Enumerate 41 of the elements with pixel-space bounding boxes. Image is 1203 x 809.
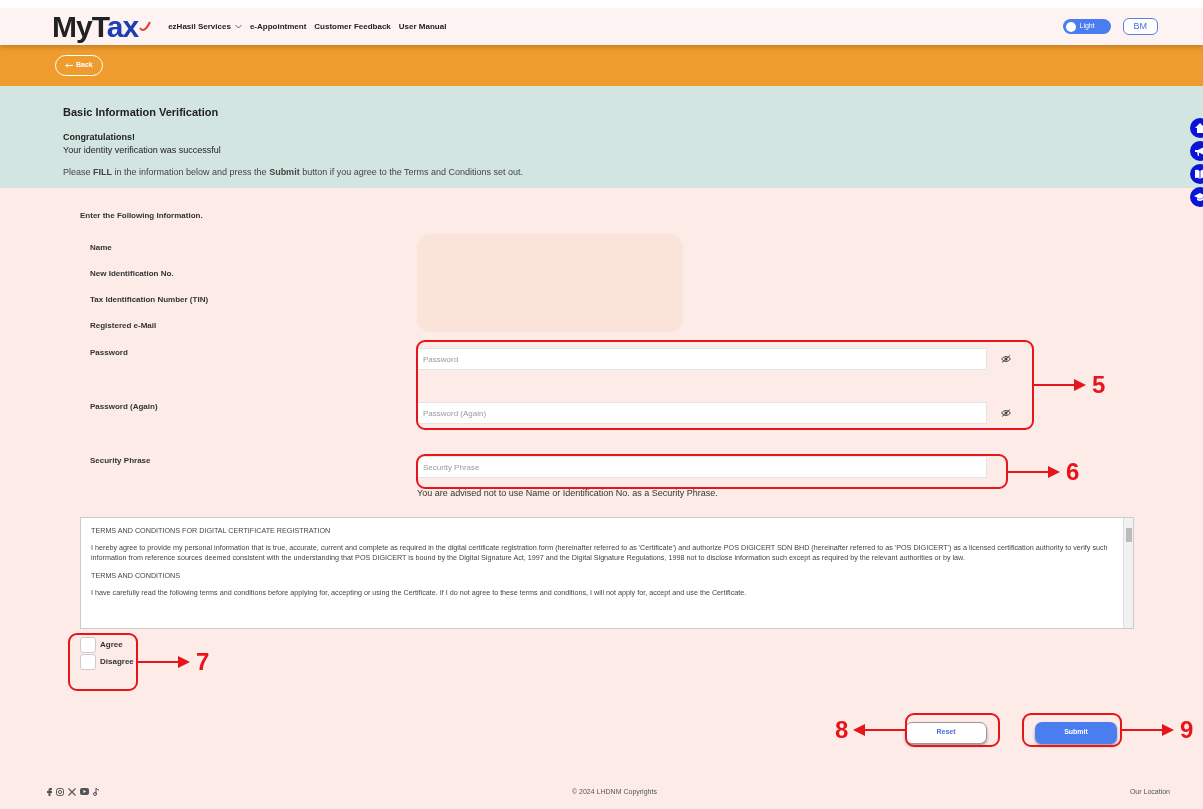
language-button[interactable]: BM (1122, 17, 1158, 36)
nav-link[interactable]: Customer Feedback (314, 20, 391, 33)
password-field[interactable]: Password (Again) (417, 402, 987, 424)
success-heading: Congratulations! (63, 130, 136, 144)
callout-number: 7 (196, 650, 210, 674)
eye-icon[interactable] (1001, 409, 1011, 417)
nav-link[interactable]: e-Appointment (249, 20, 307, 33)
page-title: Basic Information Verification (63, 105, 220, 120)
field-label: Password (Again) (90, 402, 158, 411)
checkbox[interactable] (80, 653, 96, 670)
checkbox-label: Agree (100, 638, 123, 651)
scrollbar[interactable] (1123, 517, 1133, 628)
text-field[interactable]: Security Phrase (417, 456, 987, 478)
callout-number: 8 (835, 718, 849, 742)
callout-box (68, 633, 138, 691)
eye-icon[interactable] (1001, 355, 1011, 363)
logo[interactable]: MyTax (52, 11, 153, 42)
password-field[interactable]: Password (417, 348, 987, 370)
field-label: Security Phrase (90, 456, 151, 465)
video-play-icon[interactable] (80, 788, 89, 796)
field-label: Registered e-Mail (90, 320, 158, 332)
music-note-icon[interactable] (93, 787, 99, 796)
nav-link[interactable]: User Manual (398, 20, 447, 33)
facebook-icon[interactable] (46, 787, 52, 796)
callout-number: 6 (1066, 459, 1080, 484)
field-label: New Identification No. (90, 268, 175, 280)
x-icon[interactable] (68, 787, 76, 796)
field-label: Password (90, 348, 128, 357)
callout-number: 5 (1092, 373, 1106, 397)
form-caption: Enter the Following Information. (80, 210, 204, 222)
nav-link[interactable]: ezHasil Services (168, 20, 242, 33)
back-arrow-icon (65, 62, 73, 68)
success-message: Your identity verification was successful (63, 144, 222, 157)
camera-icon[interactable] (56, 787, 64, 796)
instruction-text: Please FILL in the information below and press the Submit button if you agree to the Terms and Conditions set out. (63, 165, 525, 179)
checkbox-label: Disagree (100, 655, 134, 668)
field-label: Name (90, 242, 113, 254)
hint-text: You are advised not to use Name or Identification No. as a Security Phrase. (417, 487, 719, 500)
field-label: Tax Identification Number (TIN) (90, 294, 210, 306)
checkbox[interactable] (80, 636, 96, 653)
callout-number: 9 (1180, 718, 1194, 742)
